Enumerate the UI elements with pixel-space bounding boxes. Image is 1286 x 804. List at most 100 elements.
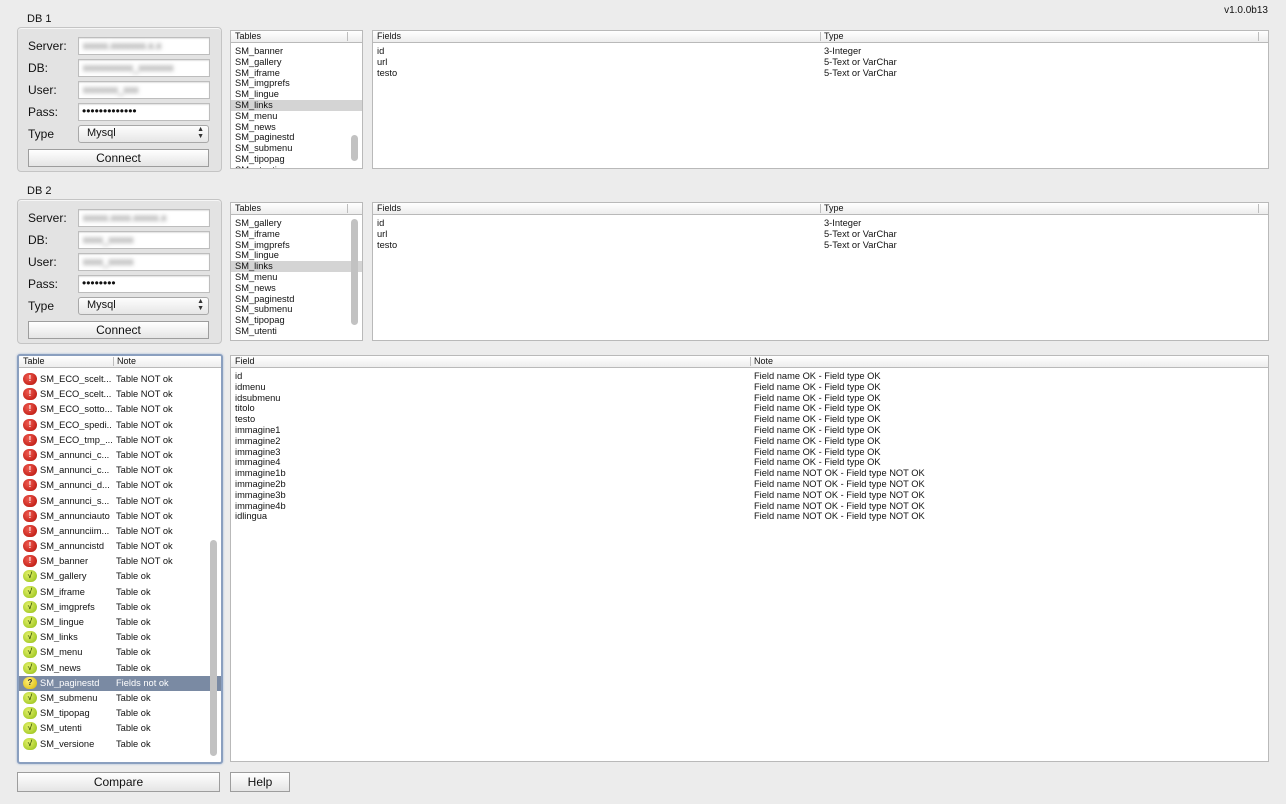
field-row[interactable]: id 3-Integer	[373, 218, 1268, 229]
compare-row[interactable]: √ SM_menu Table ok	[19, 645, 221, 660]
compare-row[interactable]: ! SM_annunci_d... Table NOT ok	[19, 478, 221, 493]
compare-row[interactable]: ! SM_ECO_spedi... Table NOT ok	[19, 418, 221, 433]
compare-row[interactable]: √ SM_links Table ok	[19, 630, 221, 645]
compare-row[interactable]: ! SM_banner Table NOT ok	[19, 554, 221, 569]
compare-row[interactable]: √ SM_imgprefs Table ok	[19, 600, 221, 615]
compare-row[interactable]: ! SM_ECO_tmp_... Table NOT ok	[19, 433, 221, 448]
detail-row[interactable]: immagine1b Field name NOT OK - Field type…	[231, 468, 1268, 479]
compare-row[interactable]: √ SM_gallery Table ok	[19, 569, 221, 584]
table-list-item[interactable]: SM_tipopag	[231, 154, 362, 165]
table-list-item[interactable]: SM_banner	[231, 46, 362, 57]
table-list-item[interactable]: SM_paginestd	[231, 132, 362, 143]
table-list-item[interactable]: SM_links	[231, 261, 362, 272]
detail-row[interactable]: idlingua Field name NOT OK - Field type N…	[231, 511, 1268, 522]
table-list-item[interactable]: SM_menu	[231, 111, 362, 122]
detail-field-name: immagine4	[235, 457, 281, 468]
compare-row[interactable]: √ SM_versione Table ok	[19, 737, 221, 752]
detail-row[interactable]: immagine2b Field name NOT OK - Field type…	[231, 479, 1268, 490]
compare-row[interactable]: ? SM_paginestd Fields not ok	[19, 675, 221, 691]
compare-scrollbar[interactable]	[210, 540, 217, 756]
field-detail-list[interactable]: Field Note id Field name OK - Field type …	[230, 355, 1269, 762]
table-list-item[interactable]: SM_utenti	[231, 326, 362, 337]
detail-row[interactable]: immagine2 Field name OK - Field type OK	[231, 436, 1268, 447]
compare-table-name: SM_imgprefs	[40, 601, 95, 612]
table-list-item[interactable]: SM_submenu	[231, 304, 362, 315]
detail-field-name: immagine3	[235, 446, 281, 457]
table-list-item[interactable]: SM_paginestd	[231, 294, 362, 305]
table-list-item[interactable]: SM_utenti	[231, 165, 362, 168]
compare-row[interactable]: √ SM_submenu Table ok	[19, 691, 221, 706]
detail-note: Field name NOT OK - Field type NOT OK	[754, 478, 925, 489]
detail-row[interactable]: immagine3 Field name OK - Field type OK	[231, 447, 1268, 458]
detail-row[interactable]: idmenu Field name OK - Field type OK	[231, 382, 1268, 393]
compare-button[interactable]: Compare	[17, 772, 220, 792]
compare-row[interactable]: √ SM_lingue Table ok	[19, 615, 221, 630]
table-list-item[interactable]: SM_gallery	[231, 57, 362, 68]
compare-row[interactable]: ! SM_annuncistd Table NOT ok	[19, 539, 221, 554]
compare-row[interactable]: ! SM_annunci_c... Table NOT ok	[19, 448, 221, 463]
field-row[interactable]: testo 5-Text or VarChar	[373, 68, 1268, 79]
field-type: 3-Integer	[824, 218, 862, 228]
table-list-item[interactable]: SM_news	[231, 122, 362, 133]
field-row[interactable]: url 5-Text or VarChar	[373, 57, 1268, 68]
table-list-item[interactable]: SM_imgprefs	[231, 78, 362, 89]
db2-tables-list[interactable]: Tables SM_gallery SM_iframe SM_imgprefs SM_…	[230, 202, 363, 341]
db2-pass-input[interactable]: ••••••••	[78, 275, 210, 293]
db2-type-select[interactable]: Mysql ▲ ▼	[78, 297, 209, 315]
table-list-item[interactable]: SM_lingue	[231, 89, 362, 100]
db2-db-input[interactable]: xxxx_xxxxx	[78, 231, 210, 249]
detail-row[interactable]: id Field name OK - Field type OK	[231, 371, 1268, 382]
db2-server-input[interactable]: xxxxx.xxxx.xxxxx.x	[78, 209, 210, 227]
db2-connect-button[interactable]: Connect	[28, 321, 209, 339]
db1-tables-scrollbar[interactable]	[351, 135, 358, 161]
check-icon: √	[23, 585, 37, 598]
table-list-item[interactable]: SM_tipopag	[231, 315, 362, 326]
table-list-item[interactable]: SM_links	[231, 99, 362, 111]
table-list-item[interactable]: SM_menu	[231, 272, 362, 283]
detail-row[interactable]: testo Field name OK - Field type OK	[231, 414, 1268, 425]
compare-row[interactable]: ! SM_annunci_s... Table NOT ok	[19, 494, 221, 509]
table-list-item[interactable]: SM_lingue	[231, 250, 362, 261]
table-list-item[interactable]: SM_iframe	[231, 68, 362, 79]
detail-row[interactable]: idsubmenu Field name OK - Field type OK	[231, 393, 1268, 404]
compare-row[interactable]: ! SM_annunciim... Table NOT ok	[19, 524, 221, 539]
compare-row[interactable]: ! SM_ECO_scelt... Table NOT ok	[19, 372, 221, 387]
table-list-item[interactable]: SM_news	[231, 283, 362, 294]
db2-tables-scrollbar[interactable]	[351, 219, 358, 325]
compare-row[interactable]: √ SM_utenti Table ok	[19, 721, 221, 736]
compare-table-list[interactable]: Table Note ! SM_ECO_scelt... Table NOT ok!…	[17, 354, 223, 764]
field-row[interactable]: testo 5-Text or VarChar	[373, 240, 1268, 251]
db1-tables-list[interactable]: Tables SM_banner SM_gallery SM_iframe SM_im…	[230, 30, 363, 169]
detail-row[interactable]: immagine1 Field name OK - Field type OK	[231, 425, 1268, 436]
detail-row[interactable]: immagine3b Field name NOT OK - Field type…	[231, 490, 1268, 501]
field-row[interactable]: id 3-Integer	[373, 46, 1268, 57]
compare-row[interactable]: √ SM_news Table ok	[19, 661, 221, 676]
db2-fields-list[interactable]: Fields Type id 3-Integer url 5-Text or VarC…	[372, 202, 1269, 341]
error-icon: !	[23, 448, 37, 461]
table-list-item[interactable]: SM_submenu	[231, 143, 362, 154]
table-list-item[interactable]: SM_imgprefs	[231, 240, 362, 251]
detail-row[interactable]: immagine4 Field name OK - Field type OK	[231, 457, 1268, 468]
detail-row[interactable]: titolo Field name OK - Field type OK	[231, 403, 1268, 414]
field-row[interactable]: url 5-Text or VarChar	[373, 229, 1268, 240]
table-list-item[interactable]: SM_gallery	[231, 218, 362, 229]
detail-row[interactable]: immagine4b Field name NOT OK - Field type…	[231, 501, 1268, 512]
db2-user-input[interactable]: xxxx_xxxxx	[78, 253, 210, 271]
compare-row[interactable]: ! SM_annunci_c... Table NOT ok	[19, 463, 221, 478]
help-button[interactable]: Help	[230, 772, 290, 792]
db1-fields-list[interactable]: Fields Type id 3-Integer url 5-Text or VarC…	[372, 30, 1269, 169]
compare-row[interactable]: ! SM_annunciauto Table NOT ok	[19, 509, 221, 524]
compare-note: Table ok	[116, 738, 151, 749]
db1-pass-input[interactable]: •••••••••••••	[78, 103, 210, 121]
table-list-item[interactable]: SM_iframe	[231, 229, 362, 240]
db1-type-select[interactable]: Mysql ▲ ▼	[78, 125, 209, 143]
compare-row[interactable]: ! SM_ECO_scelt... Table NOT ok	[19, 387, 221, 402]
db1-connect-button[interactable]: Connect	[28, 149, 209, 167]
db1-server-input[interactable]: xxxxx.xxxxxxx.x.x	[78, 37, 210, 55]
compare-row[interactable]: √ SM_iframe Table ok	[19, 585, 221, 600]
compare-row[interactable]: √ SM_tipopag Table ok	[19, 706, 221, 721]
db1-user-input[interactable]: xxxxxxx_xxx	[78, 81, 210, 99]
db1-db-input[interactable]: xxxxxxxxxx_xxxxxxx	[78, 59, 210, 77]
compare-table-name: SM_ECO_scelt...	[40, 389, 112, 400]
compare-row[interactable]: ! SM_ECO_sotto... Table NOT ok	[19, 402, 221, 417]
